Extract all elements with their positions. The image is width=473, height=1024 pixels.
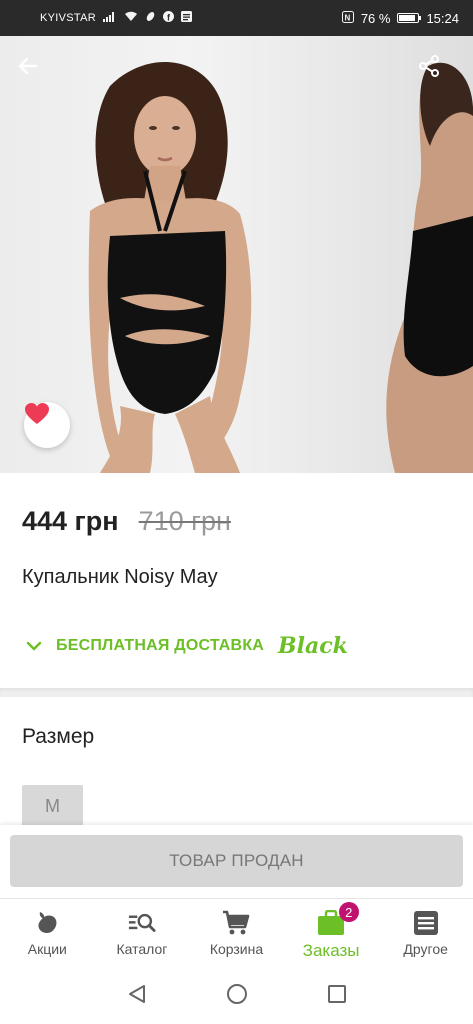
system-navigation-bar [0,968,473,1024]
square-recents-icon [327,984,346,1003]
chevron-down-icon [26,641,42,651]
nav-item-more[interactable]: Другое [378,899,473,969]
nav-label: Каталог [116,941,168,957]
black-membership-logo: Black [278,633,348,659]
facebook-icon: f [163,11,174,25]
orders-count-badge: 2 [338,902,359,922]
carrier-name: KYIVSTAR [40,12,96,24]
nav-label: Заказы [302,941,360,960]
product-photo [88,62,473,473]
nav-label: Корзина [209,941,264,957]
nav-label: Другое [403,941,448,957]
menu-list-icon [412,909,440,937]
catalog-search-icon [128,909,156,937]
action-bar: ТОВАР ПРОДАН [0,825,473,898]
promo-tag-icon [33,909,61,937]
system-home-button[interactable] [226,983,248,1010]
bottom-navigation: Акции Каталог Корзина 2 Заказы Другое [0,898,473,969]
arrow-left-icon [18,57,38,75]
circle-home-icon [226,983,247,1004]
nav-item-promotions[interactable]: Акции [0,899,95,969]
nav-label: Акции [27,941,67,957]
size-option-m[interactable]: M [22,785,83,827]
triangle-back-icon [128,984,145,1003]
free-delivery-label: БЕСПЛАТНАЯ ДОСТАВКА [56,637,265,654]
back-button[interactable] [16,54,56,94]
product-image-gallery[interactable] [0,36,473,473]
share-icon [419,55,439,77]
section-divider [0,688,473,697]
product-info: 444 грн 710 грн Купальник Noisy May БЕСП… [0,473,473,688]
battery-icon [397,13,422,23]
nav-item-cart[interactable]: Корзина [189,899,284,969]
free-delivery-toggle[interactable]: БЕСПЛАТНАЯ ДОСТАВКА Black [26,633,348,659]
nfc-icon: N [341,10,354,26]
system-recents-button[interactable] [326,983,348,1010]
size-section: Размер M [0,697,473,827]
current-price: 444 грн [22,506,119,536]
nav-item-catalog[interactable]: Каталог [95,899,190,969]
status-bar: KYIVSTAR f N 76 % 15:24 [0,0,473,36]
system-back-button[interactable] [126,983,148,1010]
favorite-button[interactable] [24,402,70,448]
cart-icon [222,909,250,937]
nav-item-orders[interactable]: 2 Заказы [284,899,379,969]
size-heading: Размер [22,725,95,748]
leaf-app-icon [145,11,156,25]
wifi-icon [124,11,138,25]
svg-text:N: N [344,13,350,22]
battery-percent: 76 % [360,10,391,26]
price-row: 444 грн 710 грн [22,506,231,537]
signal-icon [103,11,117,25]
heart-icon [25,403,49,424]
product-title: Купальник Noisy May [22,566,218,588]
old-price: 710 грн [138,506,231,536]
share-button[interactable] [417,54,457,94]
sold-out-button[interactable]: ТОВАР ПРОДАН [10,835,463,887]
news-icon [181,11,192,25]
clock: 15:24 [426,10,459,26]
